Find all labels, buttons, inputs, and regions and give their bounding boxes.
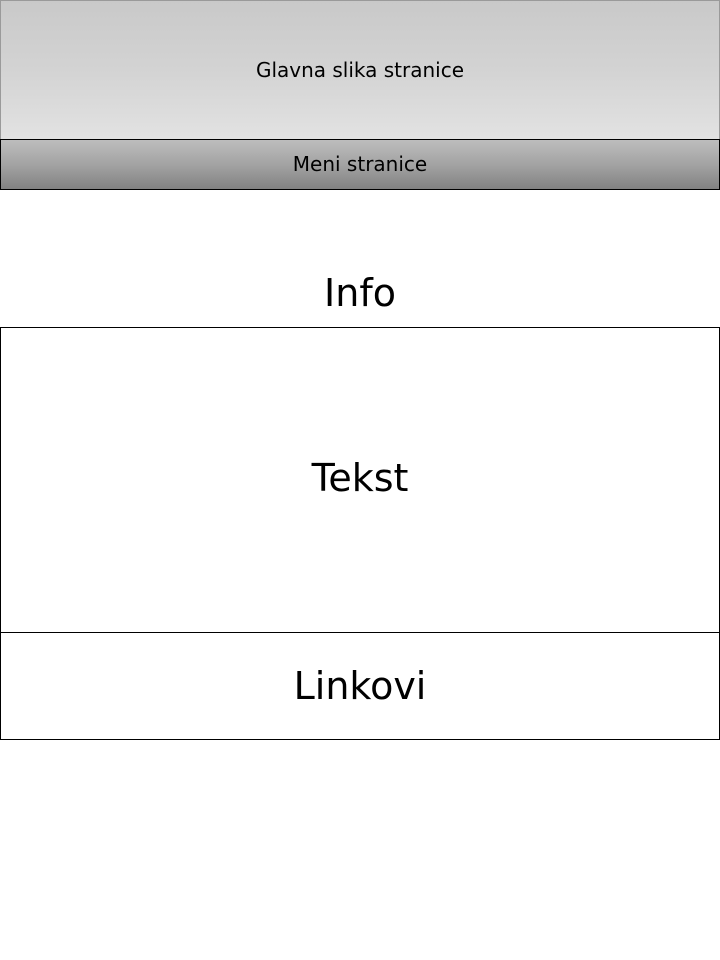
- hero-image-label: Glavna slika stranice: [255, 58, 465, 82]
- hero-image-placeholder: Glavna slika stranice: [0, 0, 720, 140]
- text-content-label: Tekst: [311, 456, 409, 500]
- page-wireframe: Glavna slika stranice Meni stranice Info…: [0, 0, 720, 960]
- links-section-label: Linkovi: [293, 663, 427, 708]
- site-menu-bar[interactable]: Meni stranice: [0, 139, 720, 190]
- links-section[interactable]: Linkovi: [0, 632, 720, 740]
- site-menu-label: Meni stranice: [292, 152, 428, 176]
- info-heading-label: Info: [324, 271, 396, 315]
- text-content-area: Tekst: [0, 327, 720, 633]
- info-heading: Info: [0, 262, 720, 324]
